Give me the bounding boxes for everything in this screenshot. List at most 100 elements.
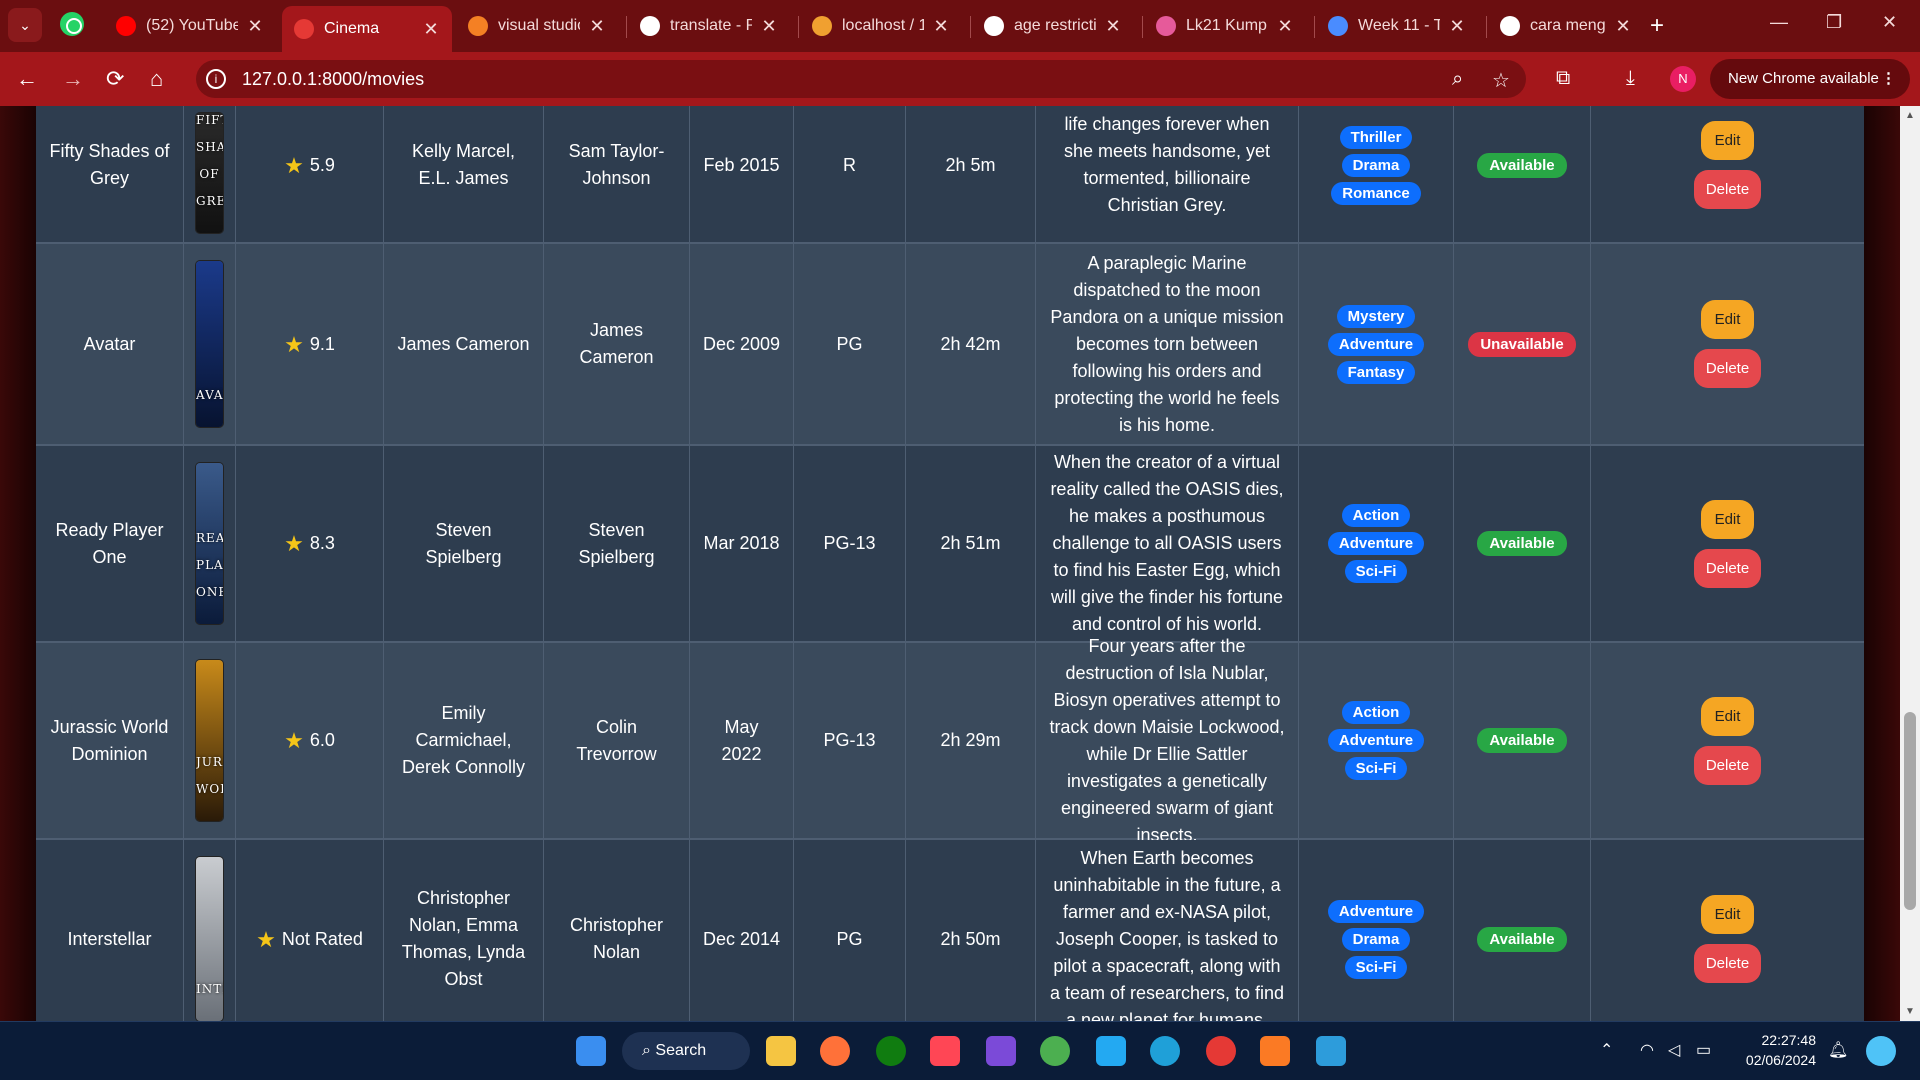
delete-button[interactable]: Delete bbox=[1693, 349, 1762, 388]
table-cell: READY PLAYER ONE bbox=[184, 446, 236, 641]
tab-close-icon[interactable]: ✕ bbox=[760, 16, 778, 37]
file-explorer-icon[interactable] bbox=[766, 1036, 796, 1066]
site-info-icon[interactable]: i bbox=[206, 69, 226, 89]
browser-toolbar: ← → ⟳ ⌂ i 127.0.0.1:8000/movies ⌕ ☆ ⧉ ⤓ bbox=[0, 52, 1920, 106]
table-cell: Edit Delete bbox=[1591, 106, 1864, 242]
menu-icon[interactable]: ⋮ bbox=[1881, 59, 1896, 99]
poster-title: AVATAR bbox=[196, 388, 223, 402]
wifi-icon[interactable]: ◠ bbox=[1640, 1040, 1654, 1060]
browser-tab[interactable]: age restrictio ✕ bbox=[972, 6, 1134, 46]
tab-close-icon[interactable]: ✕ bbox=[1448, 16, 1466, 37]
tab-close-icon[interactable]: ✕ bbox=[422, 19, 440, 40]
browser-tab[interactable]: translate - P ✕ bbox=[628, 6, 790, 46]
edit-button[interactable]: Edit bbox=[1700, 121, 1755, 160]
paint-icon[interactable] bbox=[1316, 1036, 1346, 1066]
new-chrome-available-button[interactable]: New Chrome available ⋮ bbox=[1710, 59, 1910, 99]
back-icon[interactable]: ← bbox=[16, 67, 38, 91]
valorant-icon[interactable] bbox=[930, 1036, 960, 1066]
maximize-button[interactable]: ❐ bbox=[1826, 12, 1842, 33]
zoom-icon[interactable]: ⌕ bbox=[1452, 68, 1463, 91]
scroll-down-icon[interactable]: ▼ bbox=[1900, 1006, 1920, 1017]
edge-icon[interactable] bbox=[1150, 1036, 1180, 1066]
address-bar[interactable]: i 127.0.0.1:8000/movies ⌕ ☆ bbox=[196, 60, 1526, 98]
clock-time: 22:27:48 bbox=[1761, 1032, 1817, 1048]
movie-release-date: Dec 2009 bbox=[702, 333, 781, 354]
tray-chevron-icon[interactable]: ⌃ bbox=[1600, 1040, 1613, 1060]
download-icon[interactable]: ⤓ bbox=[1626, 67, 1635, 90]
url-text[interactable]: 127.0.0.1:8000/movies bbox=[242, 69, 424, 90]
extensions-icon[interactable]: ⧉ bbox=[1556, 67, 1570, 90]
close-window-button[interactable]: ✕ bbox=[1882, 12, 1897, 33]
delete-button[interactable]: Delete bbox=[1693, 944, 1762, 983]
browser-tab[interactable]: Lk21 Kumpu ✕ bbox=[1144, 6, 1306, 46]
home-icon[interactable]: ⌂ bbox=[150, 67, 163, 91]
minimize-button[interactable]: — bbox=[1770, 12, 1788, 33]
whatsapp-pinned-tab[interactable] bbox=[60, 12, 84, 36]
scrollbar-thumb[interactable] bbox=[1904, 712, 1916, 910]
table-cell: James Cameron bbox=[544, 244, 690, 444]
edit-button[interactable]: Edit bbox=[1700, 499, 1755, 539]
table-cell: Edit Delete bbox=[1591, 643, 1864, 838]
star-icon: ★ bbox=[284, 531, 304, 556]
update-label: New Chrome available bbox=[1728, 70, 1879, 87]
notification-bell-icon[interactable]: 🔔︎ bbox=[1828, 1040, 1848, 1060]
page-scrollbar[interactable]: ▲ ▼ bbox=[1900, 106, 1920, 1021]
tab-favicon-icon bbox=[1500, 16, 1520, 36]
taskbar-search[interactable]: ⌕ Search bbox=[622, 1032, 750, 1070]
xbox-icon[interactable] bbox=[876, 1036, 906, 1066]
edit-button[interactable]: Edit bbox=[1700, 895, 1755, 934]
table-cell: Four years after the destruction of Isla… bbox=[1036, 636, 1299, 845]
movie-duration: 2h 51m bbox=[940, 533, 1001, 553]
windows-start-icon[interactable] bbox=[576, 1036, 606, 1066]
tab-close-icon[interactable]: ✕ bbox=[1614, 16, 1632, 37]
table-cell: PG bbox=[794, 840, 906, 1021]
system-clock[interactable]: 22:27:48 02/06/2024 bbox=[1736, 1030, 1816, 1070]
table-cell: Avatar bbox=[36, 244, 184, 444]
browser-tab[interactable]: (52) YouTube ✕ bbox=[104, 6, 276, 46]
firefox-icon[interactable] bbox=[820, 1036, 850, 1066]
movie-poster: FIFTY SHADES OF GREY bbox=[196, 113, 223, 233]
tab-favicon-icon bbox=[812, 16, 832, 36]
chevron-down-icon: ⌄ bbox=[19, 17, 31, 33]
new-tab-button[interactable]: + bbox=[1650, 12, 1664, 40]
tab-favicon-icon bbox=[1156, 16, 1176, 36]
delete-button[interactable]: Delete bbox=[1693, 745, 1762, 785]
edit-button[interactable]: Edit bbox=[1700, 300, 1755, 339]
edit-button[interactable]: Edit bbox=[1700, 696, 1755, 736]
tab-close-icon[interactable]: ✕ bbox=[1104, 16, 1122, 37]
scroll-up-icon[interactable]: ▲ bbox=[1900, 110, 1920, 121]
browser-tab[interactable]: Week 11 - T ✕ bbox=[1316, 6, 1478, 46]
xampp-icon[interactable] bbox=[1260, 1036, 1290, 1066]
bookmark-star-icon[interactable]: ☆ bbox=[1492, 68, 1510, 93]
chrome-icon[interactable] bbox=[1040, 1036, 1070, 1066]
browser-tab[interactable]: visual studio ✕ bbox=[456, 6, 618, 46]
movie-duration: 2h 50m bbox=[940, 928, 1001, 949]
tab-close-icon[interactable]: ✕ bbox=[932, 16, 950, 37]
table-cell: Dec 2009 bbox=[690, 244, 794, 444]
tab-close-icon[interactable]: ✕ bbox=[246, 16, 264, 37]
rating-value: 9.1 bbox=[309, 333, 335, 354]
copilot-icon[interactable] bbox=[1866, 1036, 1896, 1066]
browser-tab[interactable]: Cinema ✕ bbox=[282, 6, 452, 52]
tab-search-button[interactable]: ⌄ bbox=[8, 8, 42, 42]
battery-icon[interactable]: ▭ bbox=[1696, 1040, 1711, 1060]
profile-avatar[interactable]: N bbox=[1670, 66, 1696, 92]
tab-separator bbox=[1142, 16, 1143, 38]
genre-badge: Sci-Fi bbox=[1344, 560, 1408, 583]
table-cell: Edit Delete bbox=[1591, 840, 1864, 1021]
delete-button[interactable]: Delete bbox=[1693, 548, 1762, 588]
chrome-profile-icon[interactable] bbox=[1206, 1036, 1236, 1066]
genre-badge: Adventure bbox=[1327, 532, 1425, 555]
movie-director: James Cameron bbox=[579, 320, 654, 367]
browser-tab[interactable]: cara mengul ✕ bbox=[1488, 6, 1644, 46]
delete-button[interactable]: Delete bbox=[1693, 170, 1762, 209]
reload-icon[interactable]: ⟳ bbox=[106, 67, 124, 91]
forward-icon[interactable]: → bbox=[62, 67, 84, 91]
tab-close-icon[interactable]: ✕ bbox=[1276, 16, 1294, 37]
vscode-icon[interactable] bbox=[1096, 1036, 1126, 1066]
tab-close-icon[interactable]: ✕ bbox=[588, 16, 606, 37]
app-purple-icon[interactable] bbox=[986, 1036, 1016, 1066]
browser-tab[interactable]: localhost / 1 ✕ bbox=[800, 6, 962, 46]
volume-icon[interactable]: ◁ bbox=[1668, 1040, 1680, 1060]
table-cell: Available bbox=[1454, 446, 1591, 641]
